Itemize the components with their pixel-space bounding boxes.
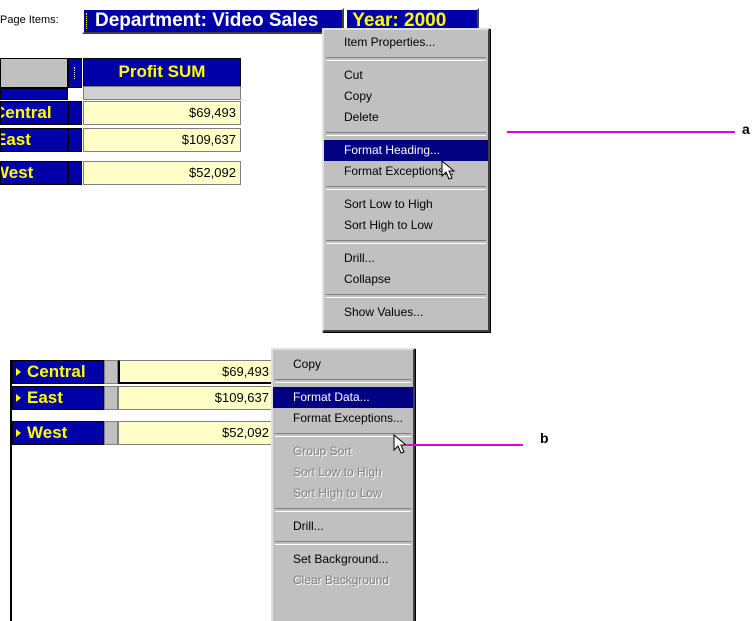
menu-item-group-sort: Group Sort [293, 444, 352, 458]
menu-item-delete[interactable]: Delete [324, 107, 488, 128]
menu-separator [275, 433, 411, 437]
data-cell[interactable]: $69,493 [83, 101, 241, 125]
menu-item-clear-background: Clear Background [293, 573, 390, 587]
expand-arrow-icon [16, 394, 21, 402]
row-label-central[interactable]: Central [0, 101, 68, 125]
row-handle[interactable] [68, 161, 82, 185]
menu-item-drill[interactable]: Drill... [273, 516, 413, 537]
department-page-item-label: Department: Video Sales [95, 10, 319, 31]
data-cell[interactable]: $109,637 [83, 128, 241, 152]
row-handle[interactable] [104, 421, 118, 445]
menu-separator [326, 57, 486, 61]
column-header-strip [83, 86, 241, 100]
callout-label-b: b [540, 430, 549, 446]
menu-item-format-heading[interactable]: Format Heading... [324, 140, 488, 161]
drag-handle-icon [86, 12, 92, 29]
row-label-west[interactable]: West [0, 161, 68, 185]
menu-item-sort-low-to-high[interactable]: Sort Low to High [324, 194, 488, 215]
data-cell[interactable]: $52,092 [118, 421, 274, 445]
menu-item-format-exceptions[interactable]: Format Exceptions... [324, 161, 488, 182]
menu-item-sort-high-to-low[interactable]: Sort High to Low [324, 215, 488, 236]
menu-separator [326, 132, 486, 136]
context-menu-heading: Item Properties... Cut Copy Delete Forma… [322, 28, 490, 332]
data-cell[interactable]: $52,092 [83, 161, 241, 185]
profit-sum-column-header[interactable]: Profit SUM [83, 58, 241, 86]
row-label-central[interactable]: Central [12, 360, 104, 384]
menu-separator [326, 294, 486, 298]
menu-item-copy[interactable]: Copy [273, 354, 413, 375]
row-header-corner [0, 58, 68, 88]
menu-item-show-values[interactable]: Show Values... [324, 302, 488, 323]
row-label-east[interactable]: East [12, 386, 104, 410]
mouse-pointer-icon [441, 160, 456, 180]
row-handle[interactable] [104, 386, 118, 410]
row-label-west[interactable]: West [12, 421, 104, 445]
menu-item-sort-low-to-high: Sort Low to High [293, 465, 382, 479]
menu-separator [275, 541, 411, 545]
page-items-label: Page Items: [0, 14, 59, 26]
menu-item-set-background[interactable]: Set Background... [273, 549, 413, 570]
menu-separator [326, 240, 486, 244]
expand-arrow-icon [16, 429, 21, 437]
callout-line-a [507, 131, 735, 133]
menu-item-format-data[interactable]: Format Data... [273, 387, 413, 408]
row-header-strip [0, 88, 68, 100]
menu-separator [275, 379, 411, 383]
menu-separator [326, 186, 486, 190]
column-drag-handle[interactable] [68, 58, 82, 88]
row-label-east[interactable]: East [0, 128, 68, 152]
callout-label-a: a [742, 121, 750, 137]
data-cell[interactable]: $69,493 [118, 360, 274, 384]
menu-item-cut[interactable]: Cut [324, 65, 488, 86]
menu-item-sort-high-to-low: Sort High to Low [293, 486, 382, 500]
row-handle[interactable] [104, 360, 118, 384]
row-handle[interactable] [68, 128, 82, 152]
department-page-item[interactable]: Department: Video Sales [82, 8, 344, 34]
menu-item-copy[interactable]: Copy [324, 86, 488, 107]
row-handle[interactable] [68, 101, 82, 125]
menu-separator [275, 508, 411, 512]
data-cell[interactable]: $109,637 [118, 386, 274, 410]
callout-line-b [407, 444, 523, 446]
menu-item-format-exceptions[interactable]: Format Exceptions... [273, 408, 413, 429]
menu-item-drill[interactable]: Drill... [324, 248, 488, 269]
menu-item-collapse[interactable]: Collapse [324, 269, 488, 290]
context-menu-data: Copy Format Data... Format Exceptions...… [271, 348, 415, 621]
menu-item-item-properties[interactable]: Item Properties... [324, 32, 488, 53]
expand-arrow-icon [16, 368, 21, 376]
